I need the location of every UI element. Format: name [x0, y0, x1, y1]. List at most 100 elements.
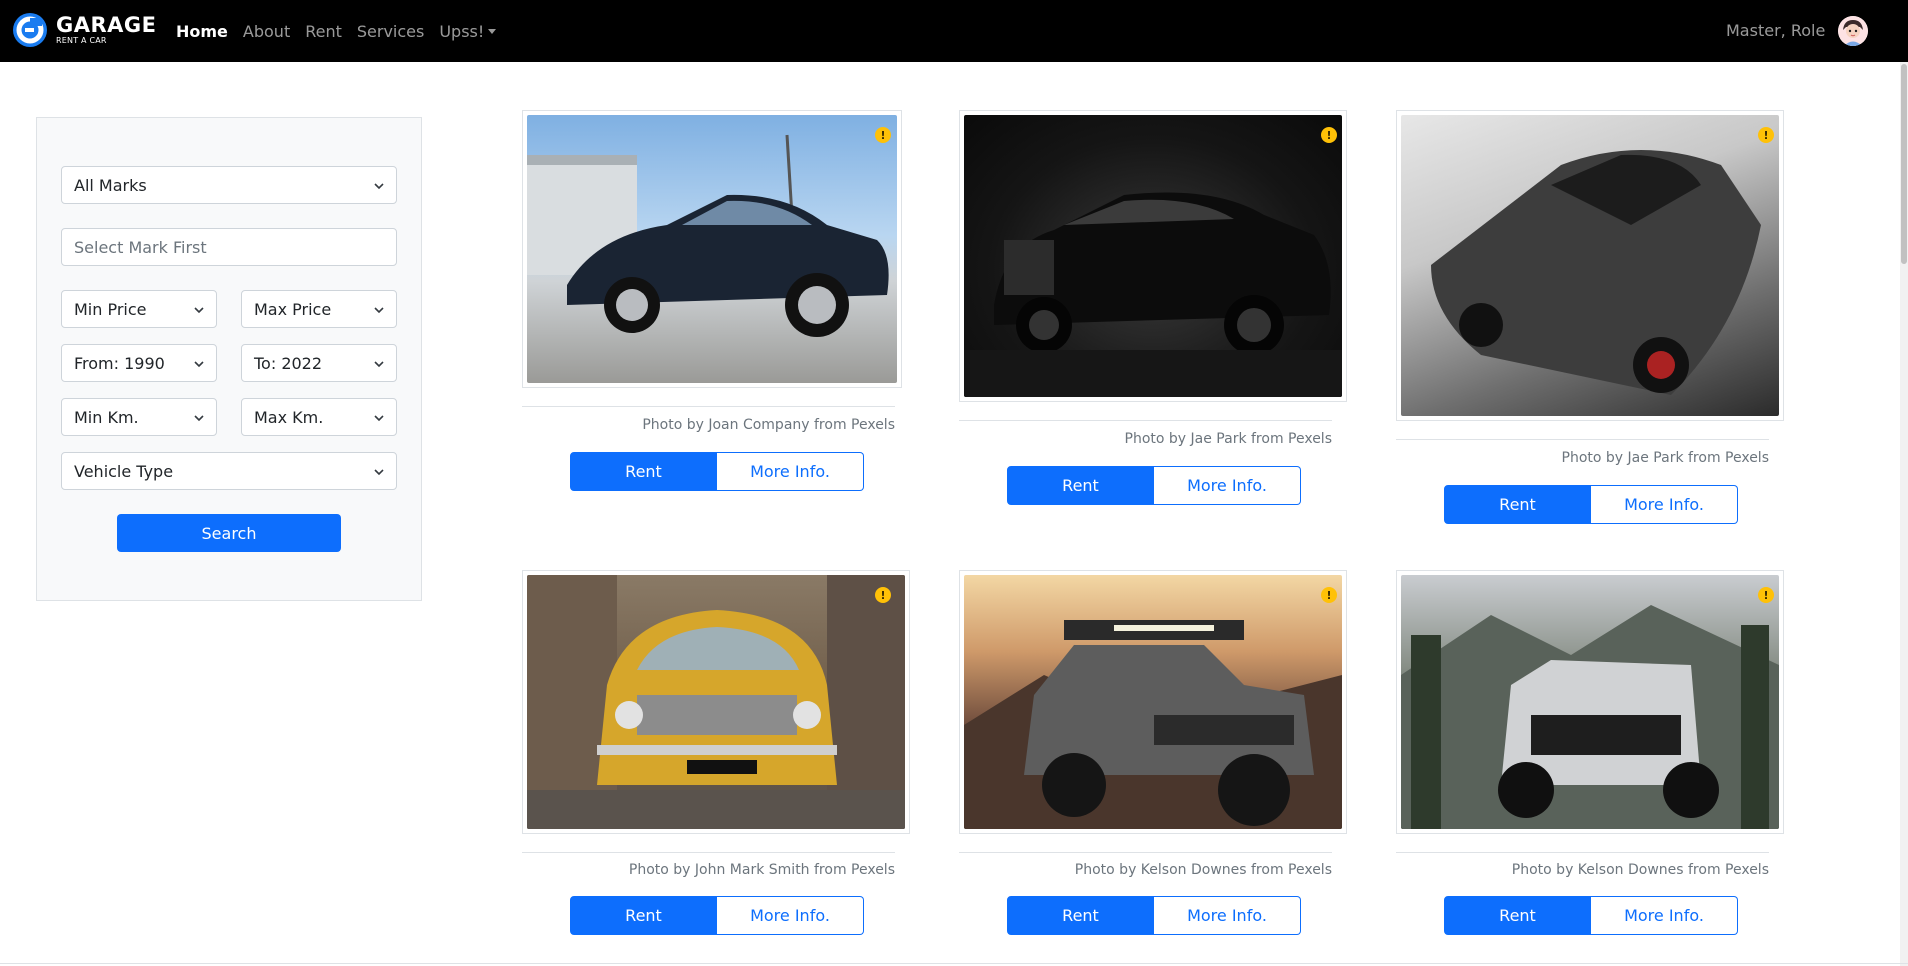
warning-badge-icon[interactable]: !	[1321, 127, 1337, 143]
warning-badge-icon[interactable]: !	[1321, 587, 1337, 603]
brand-name: GARAGE	[56, 13, 157, 37]
card-actions: Rent More Info.	[1007, 466, 1301, 505]
max-price-value: Max Price	[254, 299, 332, 319]
user-avatar-icon	[1838, 16, 1868, 46]
marks-select[interactable]: All Marks	[61, 166, 397, 204]
chevron-down-icon	[374, 469, 384, 476]
photo-credit: Photo by Jae Park from Pexels	[1561, 450, 1769, 466]
car-photo-toyota: !	[964, 575, 1342, 829]
photo-credit: Photo by Joan Company from Pexels	[642, 417, 895, 433]
year-from-value: From: 1990	[74, 353, 165, 373]
car-photo-frame[interactable]: !	[522, 570, 910, 834]
nav-rent[interactable]: Rent	[305, 22, 351, 41]
car-photo-lada: !	[527, 575, 905, 829]
warning-badge-icon[interactable]: !	[1758, 127, 1774, 143]
card-divider	[522, 406, 895, 407]
card-actions: Rent More Info.	[570, 896, 864, 935]
min-km-value: Min Km.	[74, 407, 139, 427]
rent-button[interactable]: Rent	[1444, 896, 1591, 935]
chevron-down-icon	[374, 361, 384, 368]
warning-badge-icon[interactable]: !	[1758, 587, 1774, 603]
car-illustration	[1401, 605, 1779, 829]
nav-home[interactable]: Home	[176, 22, 237, 41]
warning-badge-icon[interactable]: !	[875, 127, 891, 143]
chevron-down-icon	[194, 307, 204, 314]
more-info-button[interactable]: More Info.	[1591, 896, 1738, 935]
card-divider	[959, 852, 1332, 853]
car-photo-frame[interactable]: !	[959, 570, 1347, 834]
filter-panel: All Marks Select Mark First Min Price Ma…	[36, 117, 422, 601]
model-input[interactable]: Select Mark First	[61, 228, 397, 266]
rent-button[interactable]: Rent	[1007, 896, 1154, 935]
rent-button[interactable]: Rent	[570, 452, 717, 491]
more-info-button[interactable]: More Info.	[1154, 896, 1301, 935]
photo-credit: Photo by Kelson Downes from Pexels	[1074, 862, 1332, 878]
car-illustration	[527, 575, 905, 829]
year-from-select[interactable]: From: 1990	[61, 344, 217, 382]
car-photo-frame[interactable]: !	[959, 110, 1347, 402]
chevron-down-icon	[374, 415, 384, 422]
rent-button[interactable]: Rent	[1007, 466, 1154, 505]
navbar: GARAGE RENT A CAR Home About Rent Servic…	[0, 0, 1908, 62]
more-info-button[interactable]: More Info.	[1154, 466, 1301, 505]
more-info-button[interactable]: More Info.	[717, 896, 864, 935]
warning-badge-icon[interactable]: !	[875, 587, 891, 603]
chevron-down-icon	[194, 415, 204, 422]
min-km-select[interactable]: Min Km.	[61, 398, 217, 436]
max-km-select[interactable]: Max Km.	[241, 398, 397, 436]
user-name[interactable]: Master, Role	[1726, 21, 1825, 40]
card-actions: Rent More Info.	[1007, 896, 1301, 935]
car-photo-frame[interactable]: !	[522, 110, 902, 388]
year-to-select[interactable]: To: 2022	[241, 344, 397, 382]
search-button[interactable]: Search	[117, 514, 341, 552]
vehicle-type-select[interactable]: Vehicle Type	[61, 452, 397, 490]
brand[interactable]: GARAGE RENT A CAR	[12, 12, 157, 48]
car-photo-frame[interactable]: !	[1396, 110, 1784, 421]
car-illustration	[527, 134, 889, 337]
car-photo-gmc: !	[1401, 575, 1779, 829]
more-info-button[interactable]: More Info.	[1591, 485, 1738, 524]
garage-logo-icon	[13, 13, 47, 47]
photo-credit: Photo by Jae Park from Pexels	[1124, 431, 1332, 447]
min-price-select[interactable]: Min Price	[61, 290, 217, 328]
brand-subtitle: RENT A CAR	[56, 36, 107, 45]
card-actions: Rent More Info.	[1444, 896, 1738, 935]
marks-select-value: All Marks	[74, 175, 147, 195]
photo-credit: Photo by John Mark Smith from Pexels	[628, 862, 895, 878]
nav-upss-dropdown[interactable]: Upss!	[439, 22, 505, 41]
car-illustration	[964, 192, 1342, 397]
page-bottom-divider	[0, 963, 1908, 964]
car-photo-rolls-royce: !	[964, 115, 1342, 397]
max-km-value: Max Km.	[254, 407, 324, 427]
car-photo-frame[interactable]: !	[1396, 570, 1784, 834]
nav-links: Home About Rent Services Upss!	[176, 0, 511, 62]
year-to-value: To: 2022	[254, 353, 323, 373]
caret-down-icon	[488, 28, 497, 34]
car-photo-lamborghini: !	[1401, 115, 1779, 416]
car-illustration	[964, 620, 1342, 829]
card-divider	[522, 852, 895, 853]
min-price-value: Min Price	[74, 299, 147, 319]
car-photo-bmw: !	[527, 115, 897, 383]
chevron-down-icon	[194, 361, 204, 368]
model-input-placeholder: Select Mark First	[74, 237, 207, 257]
car-illustration	[1431, 150, 1761, 395]
nav-upss-label: Upss!	[439, 21, 485, 41]
max-price-select[interactable]: Max Price	[241, 290, 397, 328]
card-actions: Rent More Info.	[570, 452, 864, 491]
more-info-button[interactable]: More Info.	[717, 452, 864, 491]
rent-button[interactable]: Rent	[570, 896, 717, 935]
rent-button[interactable]: Rent	[1444, 485, 1591, 524]
chevron-down-icon	[374, 183, 384, 190]
chevron-down-icon	[374, 307, 384, 314]
avatar[interactable]	[1838, 16, 1868, 46]
page-scrollbar-thumb[interactable]	[1901, 64, 1907, 264]
photo-credit: Photo by Kelson Downes from Pexels	[1511, 862, 1769, 878]
nav-about[interactable]: About	[243, 22, 299, 41]
vehicle-type-value: Vehicle Type	[74, 461, 174, 481]
card-divider	[959, 420, 1332, 421]
card-actions: Rent More Info.	[1444, 485, 1738, 524]
card-divider	[1396, 852, 1769, 853]
nav-services[interactable]: Services	[357, 22, 433, 41]
card-divider	[1396, 439, 1769, 440]
